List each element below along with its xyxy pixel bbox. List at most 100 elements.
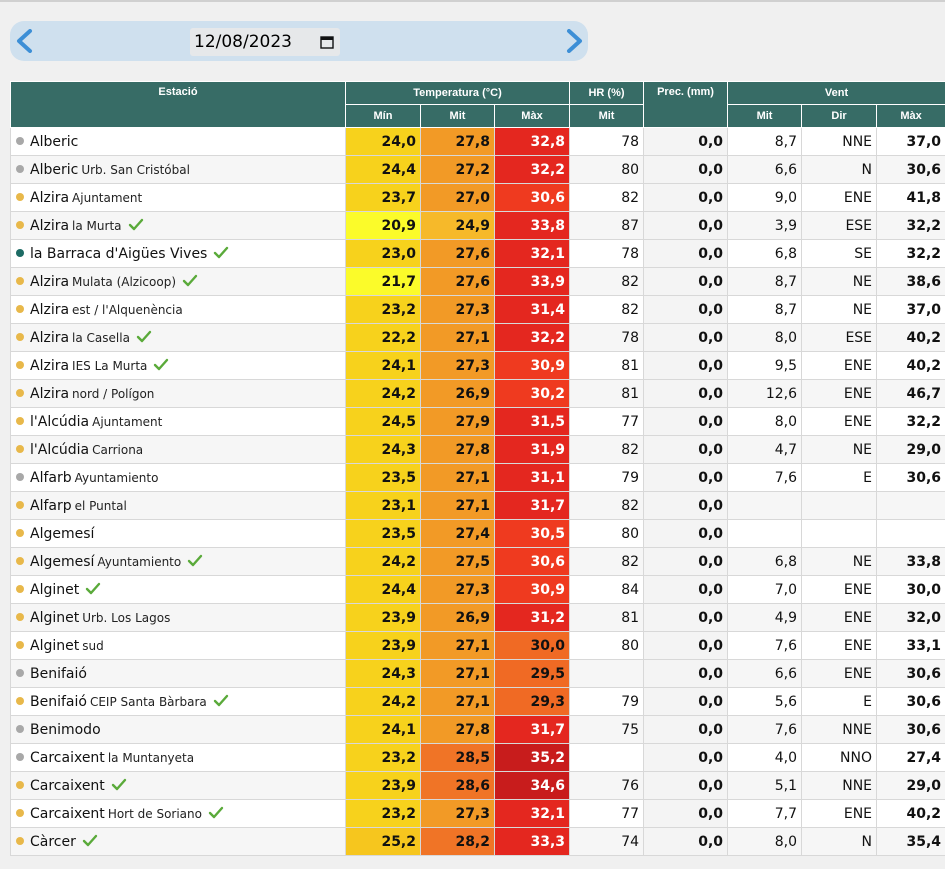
station-cell[interactable]: Alberic (10, 127, 346, 156)
station-name[interactable]: Càrcer (30, 834, 76, 850)
station-name[interactable]: Algemesí (30, 554, 94, 570)
header-wind-max[interactable]: Màx (876, 104, 945, 128)
station-cell[interactable]: Alzira est / l'Alquenència (10, 295, 346, 324)
station-cell[interactable]: Algemesí Ayuntamiento (10, 547, 346, 576)
header-temp-avg[interactable]: Mit (420, 104, 495, 128)
station-cell[interactable]: Càrcer (10, 827, 346, 856)
station-sublocation[interactable]: nord / Polígon (72, 387, 154, 401)
station-cell[interactable]: Alzira nord / Polígon (10, 379, 346, 408)
table-row[interactable]: Algemesí 23,5 27,4 30,5 80 0,0 (10, 519, 945, 548)
station-sublocation[interactable]: Hort de Soriano (108, 807, 202, 821)
station-name[interactable]: Alzira (30, 190, 69, 206)
table-row[interactable]: Alzira est / l'Alquenència 23,2 27,3 31,4 82 0… (10, 295, 945, 324)
station-sublocation[interactable]: Ayuntamiento (75, 471, 159, 485)
chevron-left-icon[interactable] (12, 29, 38, 53)
station-cell[interactable]: Carcaixent la Muntanyeta (10, 743, 346, 772)
table-row[interactable]: Càrcer 25,2 28,2 33,3 74 0,0 8,0 N 35,4 (10, 827, 945, 856)
table-row[interactable]: Alzira nord / Polígon 24,2 26,9 30,2 81 0,0 12,… (10, 379, 945, 408)
station-cell[interactable]: Alzira la Casella (10, 323, 346, 352)
station-sublocation[interactable]: sud (82, 639, 103, 653)
table-row[interactable]: Carcaixent 23,9 28,6 34,6 76 0,0 5,1 NNE 29,0 (10, 771, 945, 800)
station-sublocation[interactable]: Ayuntamiento (97, 555, 181, 569)
station-sublocation[interactable]: CEIP Santa Bàrbara (90, 695, 207, 709)
table-row[interactable]: Alzira la Murta 20,9 24,9 33,8 87 0,0 3,9 ESE 32,… (10, 211, 945, 240)
table-row[interactable]: Alzira la Casella 22,2 27,1 32,2 78 0,0 8,0 ESE 4… (10, 323, 945, 352)
table-row[interactable]: Benifaió 24,3 27,1 29,5 0,0 6,6 ENE 30,6 (10, 659, 945, 688)
station-name[interactable]: Benimodo (30, 722, 101, 738)
table-row[interactable]: Algemesí Ayuntamiento 24,2 27,5 30,6 82 0,0 6,8… (10, 547, 945, 576)
date-input[interactable]: 12/08/2023 (190, 28, 340, 56)
header-hr-avg[interactable]: Mit (569, 104, 645, 128)
table-row[interactable]: Alzira Mulata (Alzicoop) 21,7 27,6 33,9 82 0,0… (10, 267, 945, 296)
station-name[interactable]: Alzira (30, 218, 69, 234)
station-sublocation[interactable]: la Murta (72, 219, 121, 233)
station-cell[interactable]: Alzira la Murta (10, 211, 346, 240)
table-row[interactable]: Alzira IES La Murta 24,1 27,3 30,9 81 0,0 9,5 EN… (10, 351, 945, 380)
header-temp-max[interactable]: Màx (493, 104, 571, 128)
station-name[interactable]: Algemesí (30, 526, 94, 542)
table-row[interactable]: Carcaixent la Muntanyeta 23,2 28,5 35,2 0,0 4,… (10, 743, 945, 772)
table-row[interactable]: Alberic 24,0 27,8 32,8 78 0,0 8,7 NNE 37,0 (10, 127, 945, 156)
station-cell[interactable]: Alzira IES La Murta (10, 351, 346, 380)
table-row[interactable]: Benifaió CEIP Santa Bàrbara 24,2 27,1 29,3 79… (10, 687, 945, 716)
header-wind-avg[interactable]: Mit (727, 104, 803, 128)
station-cell[interactable]: Benifaió (10, 659, 346, 688)
station-name[interactable]: Carcaixent (30, 806, 105, 822)
station-cell[interactable]: l'Alcúdia Ajuntament (10, 407, 346, 436)
station-cell[interactable]: la Barraca d'Aigües Vives (10, 239, 346, 268)
station-sublocation[interactable]: Urb. San Cristóbal (81, 163, 190, 177)
header-temp-min[interactable]: Mín (345, 104, 421, 128)
station-sublocation[interactable]: est / l'Alquenència (72, 303, 183, 317)
station-name[interactable]: Alberic (30, 162, 78, 178)
table-row[interactable]: l'Alcúdia Ajuntament 24,5 27,9 31,5 77 0,0 8,0 E… (10, 407, 945, 436)
station-sublocation[interactable]: la Casella (72, 331, 130, 345)
station-name[interactable]: Carcaixent (30, 778, 105, 794)
table-row[interactable]: l'Alcúdia Carriona 24,3 27,8 31,9 82 0,0 4,7 NE 2… (10, 435, 945, 464)
station-name[interactable]: Alfarp (30, 498, 72, 514)
table-row[interactable]: Benimodo 24,1 27,8 31,7 75 0,0 7,6 NNE 30,6 (10, 715, 945, 744)
station-name[interactable]: Alzira (30, 274, 69, 290)
station-name[interactable]: Alzira (30, 358, 69, 374)
header-station[interactable]: Estació (10, 81, 346, 128)
table-row[interactable]: Carcaixent Hort de Soriano 23,2 27,3 32,1 77 0… (10, 799, 945, 828)
station-cell[interactable]: Alginet Urb. Los Lagos (10, 603, 346, 632)
station-sublocation[interactable]: IES La Murta (72, 359, 147, 373)
station-cell[interactable]: Alzira Ajuntament (10, 183, 346, 212)
station-sublocation[interactable]: la Muntanyeta (108, 751, 194, 765)
station-name[interactable]: Alzira (30, 330, 69, 346)
station-cell[interactable]: Alfarb Ayuntamiento (10, 463, 346, 492)
chevron-right-icon[interactable] (561, 29, 587, 53)
table-row[interactable]: Alginet 24,4 27,3 30,9 84 0,0 7,0 ENE 30,0 (10, 575, 945, 604)
station-cell[interactable]: Alginet sud (10, 631, 346, 660)
station-cell[interactable]: Carcaixent (10, 771, 346, 800)
station-name[interactable]: l'Alcúdia (30, 442, 89, 458)
table-row[interactable]: Alberic Urb. San Cristóbal 24,4 27,2 32,2 80 0… (10, 155, 945, 184)
station-name[interactable]: Alfarb (30, 470, 72, 486)
station-sublocation[interactable]: Mulata (Alzicoop) (72, 275, 176, 289)
table-row[interactable]: Alfarb Ayuntamiento 23,5 27,1 31,1 79 0,0 7,6 E 3… (10, 463, 945, 492)
station-name[interactable]: Alginet (30, 638, 79, 654)
station-sublocation[interactable]: el Puntal (75, 499, 127, 513)
header-wind-dir[interactable]: Dir (801, 104, 878, 128)
station-name[interactable]: Alzira (30, 386, 69, 402)
station-cell[interactable]: Carcaixent Hort de Soriano (10, 799, 346, 828)
station-name[interactable]: Alginet (30, 610, 79, 626)
station-sublocation[interactable]: Ajuntament (92, 415, 162, 429)
station-name[interactable]: Alzira (30, 302, 69, 318)
station-cell[interactable]: Benimodo (10, 715, 346, 744)
station-cell[interactable]: Alfarp el Puntal (10, 491, 346, 520)
station-sublocation[interactable]: Urb. Los Lagos (82, 611, 170, 625)
station-cell[interactable]: Algemesí (10, 519, 346, 548)
station-sublocation[interactable]: Carriona (92, 443, 143, 457)
station-name[interactable]: Alginet (30, 582, 79, 598)
station-cell[interactable]: l'Alcúdia Carriona (10, 435, 346, 464)
calendar-icon[interactable] (320, 35, 334, 49)
table-row[interactable]: Alginet sud 23,9 27,1 30,0 80 0,0 7,6 ENE 33,1 (10, 631, 945, 660)
table-row[interactable]: Alfarp el Puntal 23,1 27,1 31,7 82 0,0 (10, 491, 945, 520)
station-cell[interactable]: Alzira Mulata (Alzicoop) (10, 267, 346, 296)
table-row[interactable]: Alzira Ajuntament 23,7 27,0 30,6 82 0,0 9,0 ENE 4… (10, 183, 945, 212)
station-sublocation[interactable]: Ajuntament (72, 191, 142, 205)
station-cell[interactable]: Benifaió CEIP Santa Bàrbara (10, 687, 346, 716)
station-cell[interactable]: Alberic Urb. San Cristóbal (10, 155, 346, 184)
station-name[interactable]: Carcaixent (30, 750, 105, 766)
